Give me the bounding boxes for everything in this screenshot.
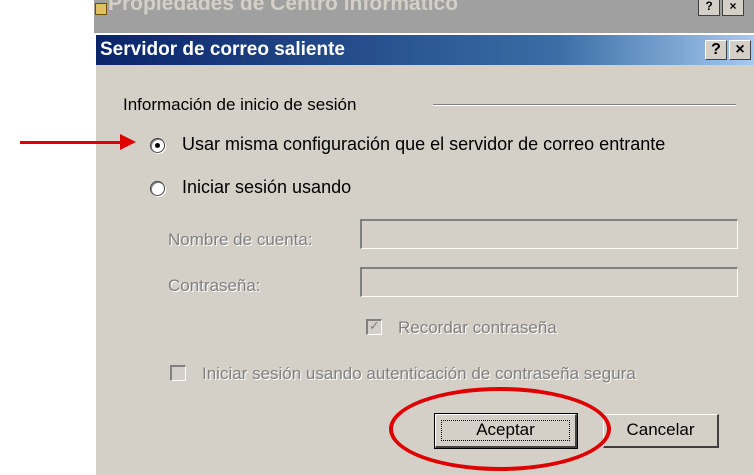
parent-help-button[interactable]: ? (698, 0, 720, 16)
help-button[interactable]: ? (705, 40, 727, 60)
annotation-arrow-shaft (20, 141, 123, 144)
secure-auth-checkbox (170, 365, 186, 381)
annotation-highlight-ellipse (389, 387, 611, 471)
account-name-label: Nombre de cuenta: (168, 230, 313, 249)
radio-checked-dot-icon (155, 143, 160, 148)
password-label: Contraseña: (168, 276, 261, 295)
close-button[interactable]: × (729, 40, 751, 60)
account-name-field (360, 219, 738, 249)
group-divider (433, 104, 736, 106)
parent-window-title: Propiedades de Centro informático (108, 0, 459, 15)
group-label-login-info: Información de inicio de sesión (123, 95, 357, 114)
password-field (360, 267, 738, 297)
radio-login-using[interactable] (150, 181, 165, 196)
annotation-arrow-head-icon (120, 134, 136, 150)
cancel-button[interactable]: Cancelar (603, 414, 719, 448)
radio-same-config[interactable] (150, 138, 165, 153)
app-icon (95, 3, 107, 15)
dialog-titlebar[interactable]: Servidor de correo saliente ? × (96, 35, 754, 65)
remember-password-checkbox: ✓ (366, 319, 382, 335)
secure-auth-label: Iniciar sesión usando autenticación de c… (202, 364, 636, 383)
parent-close-button[interactable]: × (722, 0, 744, 16)
remember-password-label: Recordar contraseña (398, 318, 557, 337)
radio-login-using-label[interactable]: Iniciar sesión usando (182, 177, 351, 198)
dialog-title: Servidor de correo saliente (100, 39, 345, 60)
radio-same-config-label[interactable]: Usar misma configuración que el servidor… (182, 134, 665, 155)
